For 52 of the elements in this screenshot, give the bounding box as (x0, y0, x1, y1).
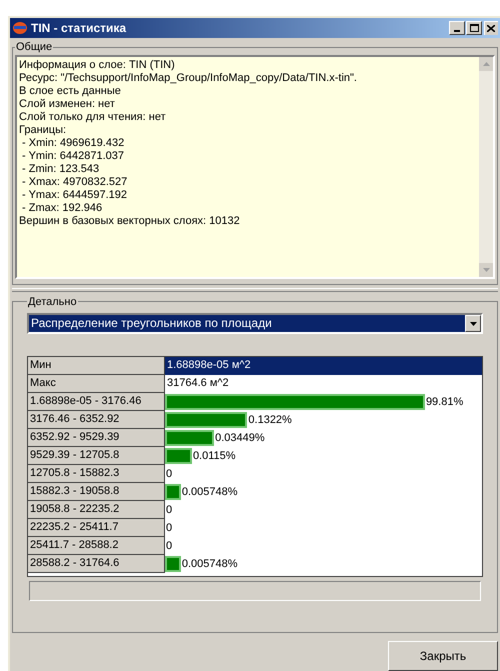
dropdown[interactable]: Распределение треугольников по площади (27, 313, 483, 334)
close-button[interactable] (484, 20, 498, 35)
table-cell: 6352.92 - 9529.39 (28, 429, 165, 448)
info-line: - Xmax: 4970832.527 (21, 176, 128, 190)
percent-label: 0 (165, 466, 174, 482)
table-cell: 19058.8 - 22235.2 (28, 501, 165, 520)
table-cell: 9529.39 - 12705.8 (28, 447, 165, 466)
info-line: В слое есть данные (19, 85, 122, 98)
group-label: Детально (27, 294, 78, 310)
percent-label: 0.03449% (214, 430, 266, 446)
group-label: Общие (15, 40, 54, 55)
minimize-button[interactable] (449, 20, 465, 35)
info-line: Слой изменен: нет (19, 98, 116, 112)
table-cell: 28588.2 - 31764.6 (28, 555, 165, 574)
table-cell: 1.68898e-05 - 3176.46 (28, 393, 165, 412)
percent-label: 0.1322% (247, 412, 293, 428)
info-line: - Zmax: 192.946 (21, 202, 104, 216)
maximize-button[interactable] (466, 20, 482, 35)
table-cell: 3176.46 - 6352.92 (28, 411, 165, 430)
info-line: - Ymin: 6442871.037 (21, 150, 125, 164)
info-line: Ресурс: "/Techsupport/InfoMap_Group/InfoMap_copy/Data/TIN.x-tin". (19, 72, 358, 86)
info-line: - Ymax: 6444597.192 (21, 189, 128, 202)
close-icon (487, 24, 495, 32)
percent-label: 0 (165, 538, 174, 554)
info-line: Слой только для чтения: нет (19, 111, 167, 124)
scrollbar[interactable] (479, 57, 493, 278)
table-cell: Мин (28, 357, 165, 376)
percent-label: 0.005748% (180, 484, 239, 500)
table-cell: 25411.7 - 28588.2 (28, 537, 165, 556)
percent-label: 0.005748% (180, 556, 239, 572)
info-line: Границы: (19, 124, 68, 138)
percent-label: 0 (165, 502, 174, 518)
scroll-down-icon (482, 268, 490, 272)
info-line: - Xmin: 4969619.432 (21, 137, 126, 150)
scroll-up-icon (482, 62, 490, 66)
window-title: TIN - статистика (31, 20, 126, 37)
table-cell: Макс (28, 375, 165, 394)
percent-label: 0 (165, 520, 174, 536)
minimize-icon (454, 30, 460, 32)
info-line: Информация о слое: TIN (TIN) (19, 59, 176, 72)
table-cell: 12705.8 - 15882.3 (28, 465, 165, 484)
maximize-icon (470, 24, 478, 32)
app-icon (12, 20, 28, 35)
table-cell: 22235.2 - 25411.7 (28, 519, 165, 538)
dropdown-arrow-icon (470, 322, 476, 326)
table-cell: 15882.3 - 19058.8 (28, 483, 165, 502)
info-line: - Zmin: 123.543 (21, 163, 100, 176)
info-line: Вершин в базовых векторных слоях: 10132 (19, 215, 241, 228)
percent-label: 99.81% (424, 394, 464, 410)
table-cell: 1.68898e-05 м^2 (165, 357, 482, 376)
percent-label: 0.0115% (192, 448, 237, 464)
close-dialog-button[interactable]: Закрыть (388, 641, 498, 671)
